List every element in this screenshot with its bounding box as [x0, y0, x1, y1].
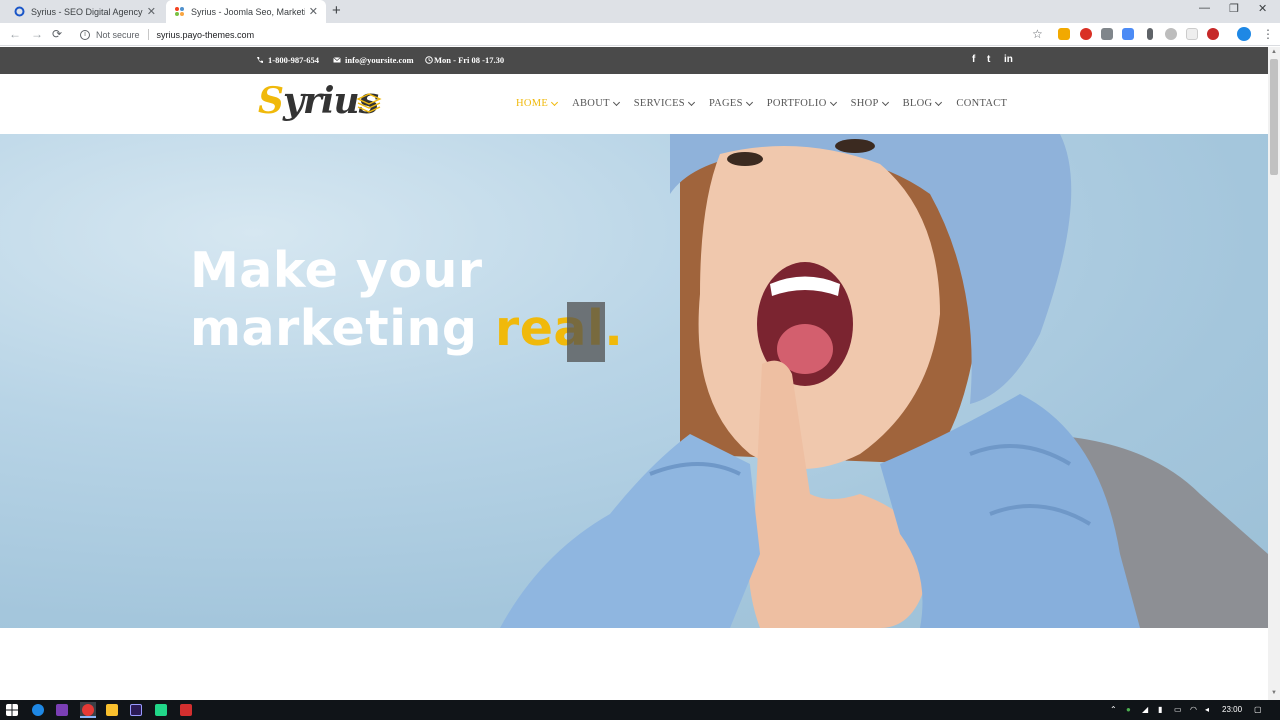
- restore-button[interactable]: ❐: [1229, 2, 1239, 15]
- contact-topbar: 1-800-987-654 info@yoursite.com Mon - Fr…: [0, 47, 1268, 74]
- tray-chevron-icon[interactable]: ⌃: [1110, 705, 1117, 714]
- chevron-down-icon: [935, 98, 943, 106]
- page-scrollbar[interactable]: ▲ ▼: [1268, 47, 1280, 700]
- linkedin-icon[interactable]: in: [1004, 54, 1013, 65]
- site-logo[interactable]: Syrius: [258, 80, 386, 128]
- volume-icon[interactable]: ◂: [1205, 705, 1209, 714]
- profile-avatar[interactable]: [1237, 27, 1251, 41]
- hero-woman-photo: [500, 134, 1268, 628]
- camera-extension-icon[interactable]: [1101, 28, 1113, 40]
- clock-time[interactable]: 23:00: [1222, 705, 1242, 714]
- adobe-ae-icon[interactable]: [130, 704, 142, 716]
- email-info[interactable]: info@yoursite.com: [333, 55, 414, 65]
- scroll-up-icon[interactable]: ▲: [1271, 49, 1277, 55]
- back-button[interactable]: ←: [9, 27, 21, 41]
- windows-start-icon[interactable]: [6, 704, 18, 716]
- security-tray-icon[interactable]: ●: [1126, 705, 1131, 714]
- edge-icon[interactable]: [32, 704, 44, 716]
- extension-icon[interactable]: [1122, 28, 1134, 40]
- hero-slider: Make your marketing real.: [0, 134, 1268, 628]
- clock-icon: [425, 56, 433, 64]
- url-text[interactable]: syrius.payo-themes.com: [157, 30, 255, 40]
- file-explorer-icon[interactable]: [106, 704, 118, 716]
- chrome-icon[interactable]: [82, 704, 94, 716]
- browser-menu-icon[interactable]: ⋮: [1262, 27, 1274, 41]
- nav-pages[interactable]: PAGES: [709, 98, 753, 109]
- chevron-down-icon: [551, 98, 559, 106]
- nav-about[interactable]: ABOUT: [572, 98, 620, 109]
- chevron-down-icon: [612, 98, 620, 106]
- extension-icon[interactable]: [1186, 28, 1198, 40]
- email-address: info@yoursite.com: [345, 55, 414, 65]
- notifications-icon[interactable]: ▢: [1254, 705, 1262, 714]
- nav-home[interactable]: HOME: [516, 98, 559, 109]
- chevron-down-icon: [881, 98, 889, 106]
- extension-icon[interactable]: [1165, 28, 1177, 40]
- typing-cursor: [567, 302, 605, 362]
- key-extension-icon[interactable]: [1147, 28, 1153, 40]
- nav-contact[interactable]: CONTACT: [956, 98, 1007, 109]
- forward-button[interactable]: →: [31, 27, 43, 41]
- facebook-icon[interactable]: f: [972, 54, 975, 65]
- security-label: Not secure: [96, 29, 140, 40]
- browser-tab-strip: Syrius - SEO Digital Agency Crea ✕ Syriu…: [0, 0, 1280, 23]
- opera-favicon-icon: [14, 6, 25, 17]
- scrollbar-thumb[interactable]: [1270, 59, 1278, 175]
- browser-tab-active[interactable]: Syrius - Joomla Seo, Marketing & ✕: [166, 0, 326, 23]
- site-header: Syrius HOME ABOUT SERVICES PAGES PORTFOL…: [0, 74, 1268, 134]
- tab-close-icon[interactable]: ✕: [309, 5, 318, 18]
- scroll-down-icon[interactable]: ▼: [1271, 690, 1277, 696]
- window-close-button[interactable]: ✕: [1258, 2, 1267, 15]
- phpstorm-icon[interactable]: [155, 704, 167, 716]
- extension-icon[interactable]: [1080, 28, 1092, 40]
- address-bar[interactable]: i Not secure syrius.payo-themes.com: [74, 25, 1054, 44]
- wifi-icon[interactable]: ◠: [1190, 705, 1197, 714]
- tab-title: Syrius - Joomla Seo, Marketing &: [191, 6, 305, 17]
- chevron-down-icon: [687, 98, 695, 106]
- extension-icon[interactable]: [1207, 28, 1219, 40]
- hours-info: Mon - Fri 08 -17.30: [425, 55, 504, 65]
- nav-blog[interactable]: BLOG: [903, 98, 943, 109]
- info-icon[interactable]: i: [80, 29, 90, 40]
- envelope-icon: [333, 57, 341, 63]
- network-tray-icon[interactable]: ◢: [1142, 705, 1148, 714]
- content-section: [0, 628, 1268, 700]
- reload-button[interactable]: ⟳: [52, 27, 62, 41]
- tab-close-icon[interactable]: ✕: [147, 5, 156, 18]
- joomla-favicon-icon: [175, 7, 184, 16]
- hero-headline: Make your marketing real.: [190, 242, 623, 358]
- url-divider: [147, 29, 149, 40]
- minimize-button[interactable]: —: [1199, 2, 1210, 14]
- battery-icon[interactable]: ▭: [1174, 705, 1182, 714]
- extension-icon[interactable]: [1058, 28, 1070, 40]
- bookmark-star-icon[interactable]: ☆: [1032, 27, 1043, 41]
- hero-headline-line1: Make your: [190, 242, 483, 299]
- nav-shop[interactable]: SHOP: [851, 98, 889, 109]
- new-tab-button[interactable]: +: [332, 3, 341, 19]
- nav-services[interactable]: SERVICES: [634, 98, 695, 109]
- visual-studio-icon[interactable]: [56, 704, 68, 716]
- phone-info[interactable]: 1-800-987-654: [256, 55, 319, 65]
- logo-stack-icon: [356, 93, 382, 113]
- phone-icon: [257, 57, 263, 63]
- hero-headline-line2: marketing real.: [190, 300, 624, 357]
- microphone-icon[interactable]: ▮: [1158, 705, 1162, 714]
- tab-title: Syrius - SEO Digital Agency Crea: [31, 6, 143, 17]
- browser-tab-inactive[interactable]: Syrius - SEO Digital Agency Crea ✕: [6, 0, 164, 23]
- phone-number: 1-800-987-654: [268, 55, 319, 65]
- twitter-icon[interactable]: t: [987, 54, 990, 65]
- app-icon[interactable]: [180, 704, 192, 716]
- os-taskbar: ⌃ ● ◢ ▮ ▭ ◠ ◂ 23:00 ▢: [0, 700, 1280, 720]
- main-navigation: HOME ABOUT SERVICES PAGES PORTFOLIO SHOP…: [516, 98, 1022, 109]
- nav-portfolio[interactable]: PORTFOLIO: [767, 98, 837, 109]
- opening-hours: Mon - Fri 08 -17.30: [434, 55, 505, 65]
- chevron-down-icon: [745, 98, 753, 106]
- chevron-down-icon: [829, 98, 837, 106]
